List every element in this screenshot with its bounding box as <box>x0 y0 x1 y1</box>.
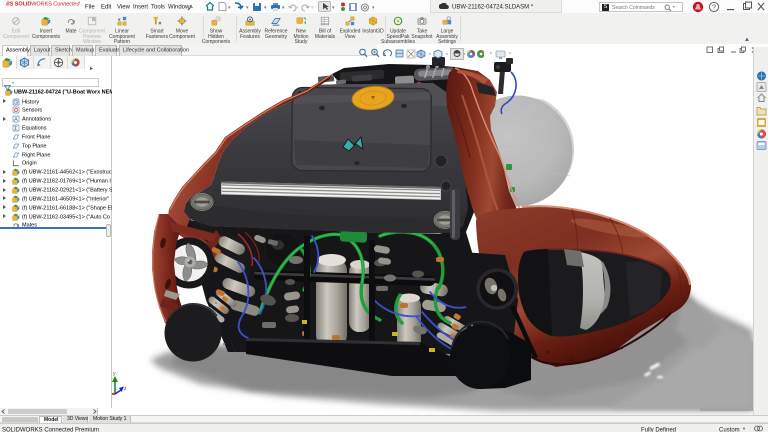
svg-text:▾: ▾ <box>264 5 267 11</box>
svg-text:▾: ▾ <box>372 5 375 11</box>
svg-text:▾: ▾ <box>332 5 335 11</box>
svg-text:z: z <box>124 386 127 392</box>
svg-text:A: A <box>14 117 18 123</box>
svg-text:▾: ▾ <box>282 5 285 11</box>
svg-text:▾: ▾ <box>228 5 231 11</box>
svg-text:▾: ▾ <box>311 5 314 11</box>
svg-text:y: y <box>113 371 116 377</box>
svg-text:?: ? <box>712 5 716 12</box>
svg-text:▾: ▾ <box>296 5 299 11</box>
svg-text:▾: ▾ <box>246 5 249 11</box>
